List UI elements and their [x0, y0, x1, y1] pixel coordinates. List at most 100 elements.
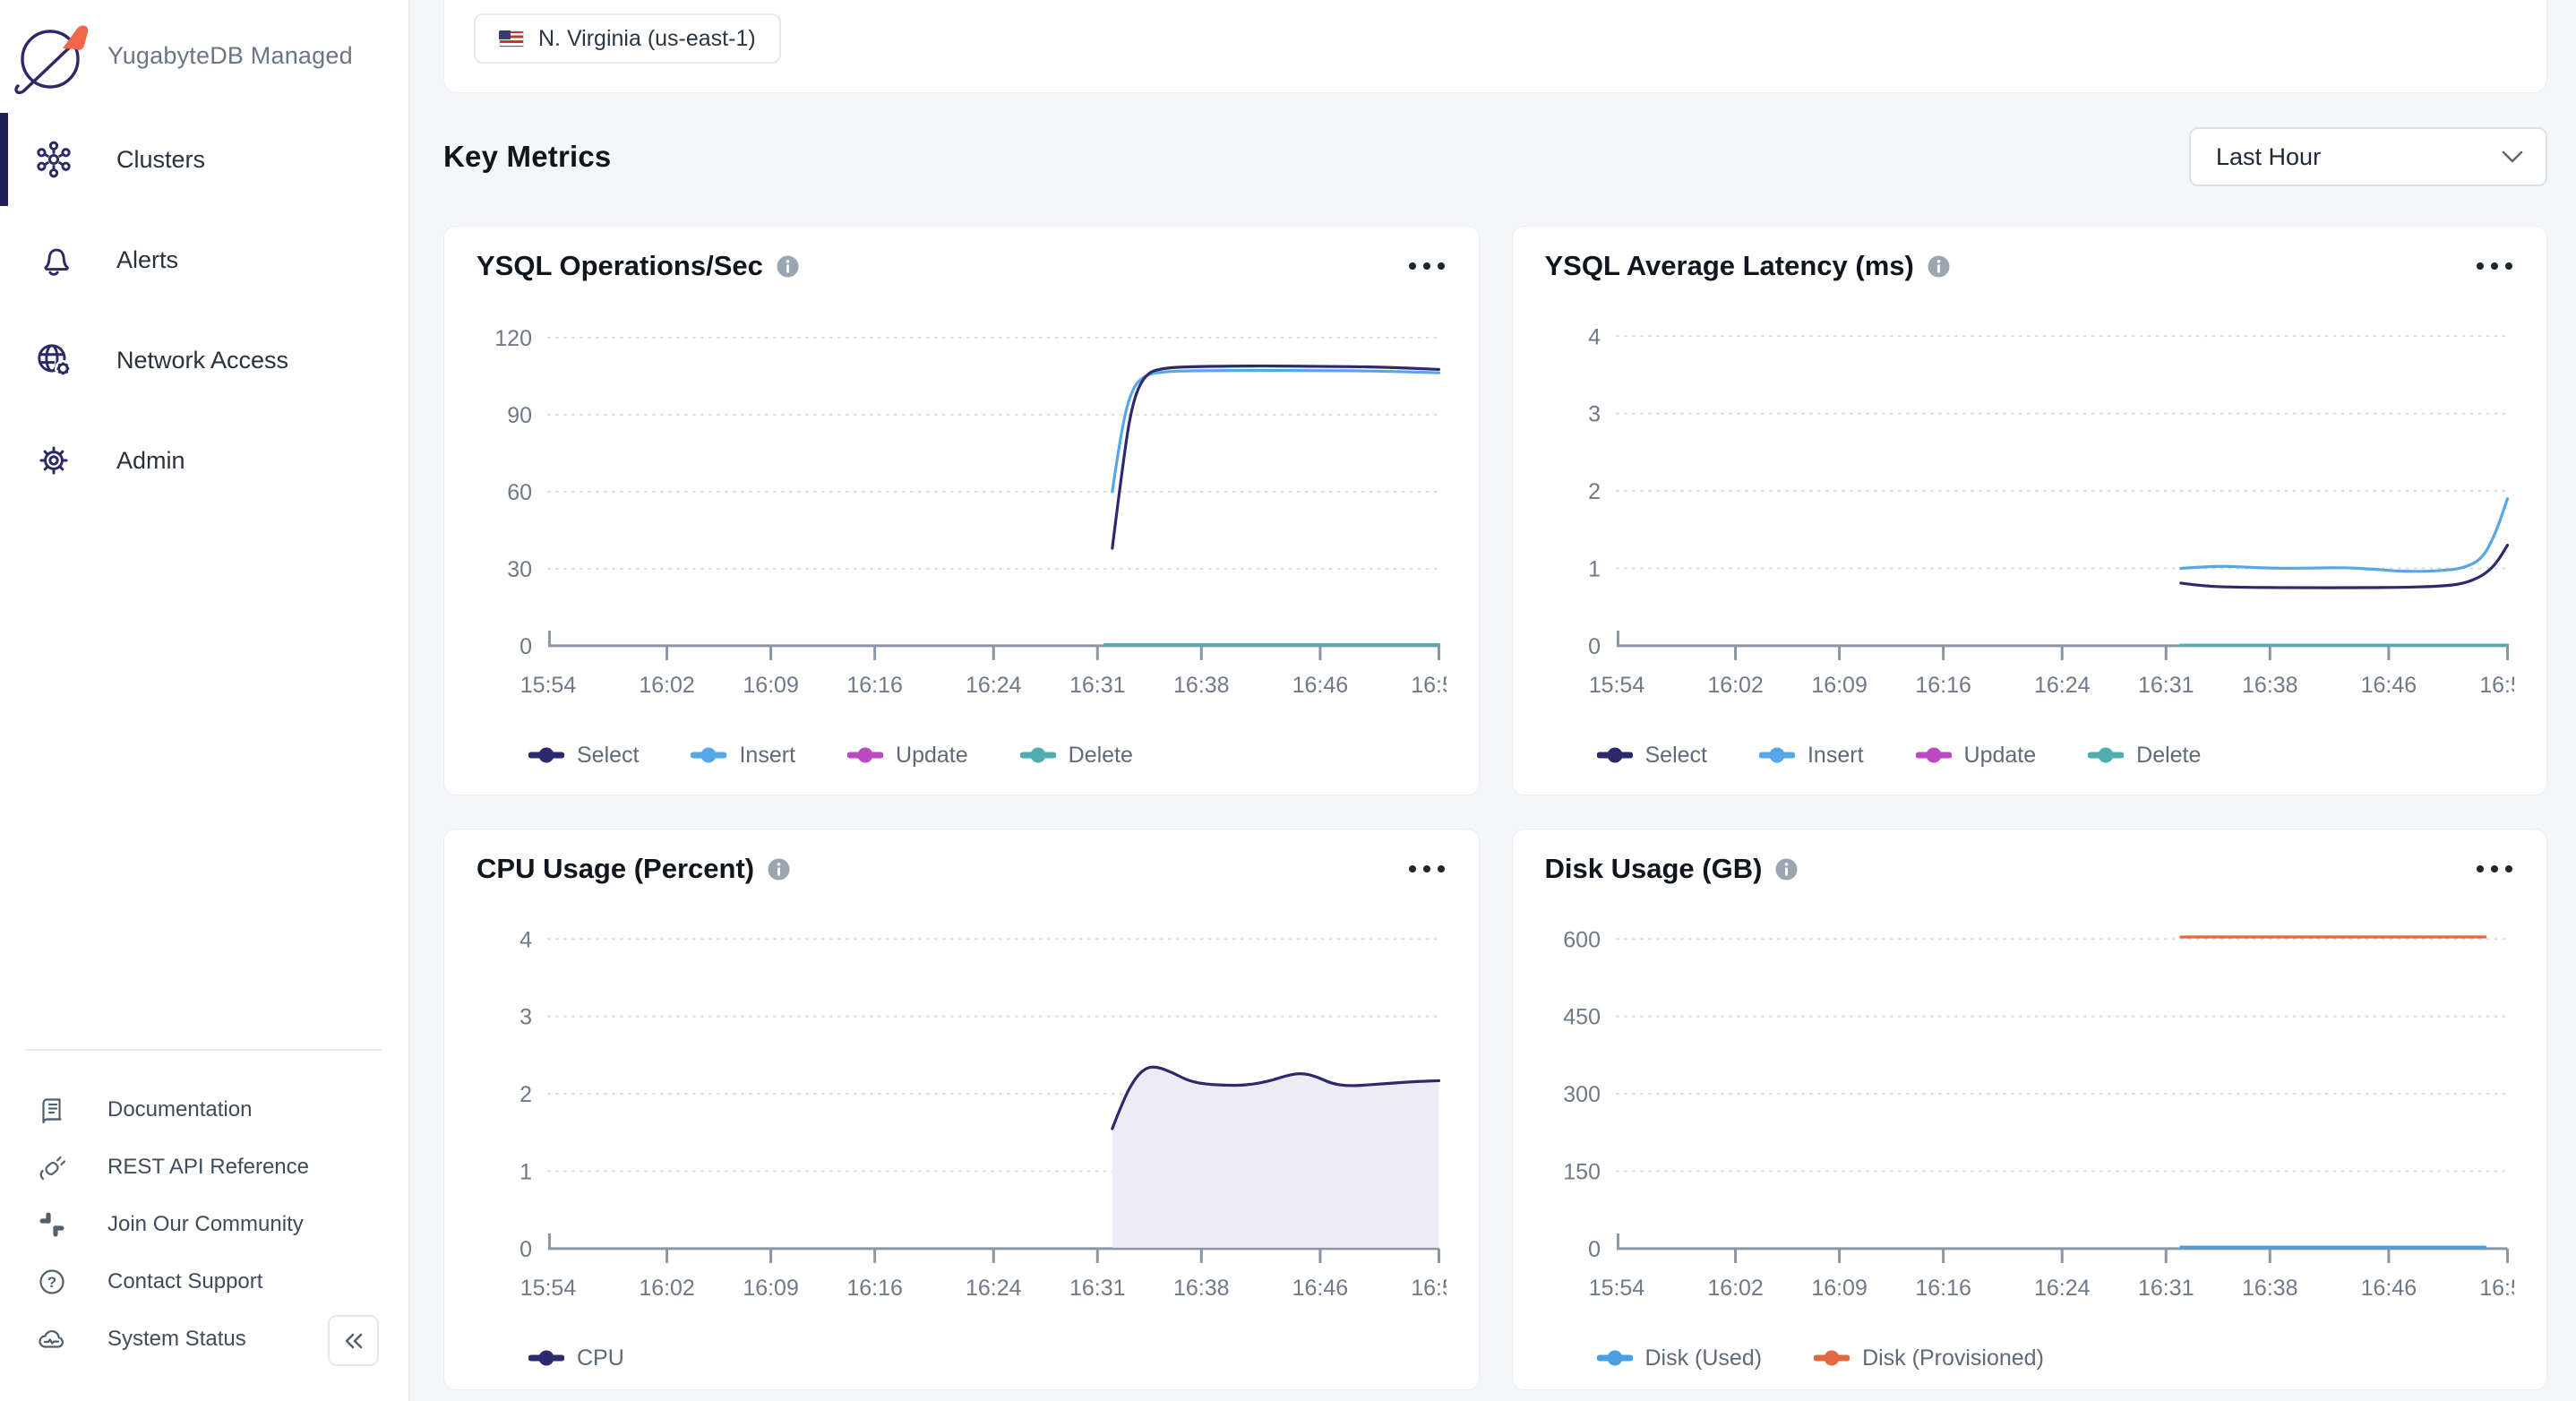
legend-label: Select [577, 743, 639, 769]
svg-text:15:54: 15:54 [1588, 1276, 1644, 1301]
info-icon[interactable] [1774, 857, 1799, 881]
bell-icon [32, 238, 75, 281]
legend-item[interactable]: Delete [2088, 743, 2201, 769]
legend-label: Delete [1069, 743, 1133, 769]
svg-text:16:38: 16:38 [2242, 1276, 2297, 1301]
svg-text:450: 450 [1563, 1005, 1601, 1030]
sidebar-nav: Clusters Alerts [0, 109, 408, 511]
sidebar-item-label: Network Access [116, 347, 288, 374]
chevron-down-icon [2501, 150, 2524, 164]
svg-text:0: 0 [1588, 1237, 1601, 1262]
sidebar-collapse-button[interactable] [328, 1315, 379, 1366]
legend-item[interactable]: Insert [1759, 743, 1864, 769]
time-range-value: Last Hour [2216, 143, 2501, 171]
svg-text:16:54: 16:54 [1411, 1276, 1446, 1301]
page-title: Key Metrics [443, 140, 611, 174]
svg-text:1: 1 [519, 1160, 532, 1185]
metric-card-disk-usage: Disk Usage (GB) 015030045060015:5416:021… [1512, 829, 2548, 1390]
sidebar-item-admin[interactable]: Admin [0, 410, 408, 511]
legend-label: CPU [577, 1345, 624, 1371]
legend-item[interactable]: Disk (Used) [1597, 1345, 1763, 1371]
legend-label: Delete [2136, 743, 2201, 769]
cpu-usage-chart: 0123415:5416:0216:0916:1616:2416:3116:38… [477, 901, 1447, 1333]
info-icon[interactable] [776, 254, 800, 279]
legend-marker-icon [1759, 746, 1795, 764]
sidebar-item-label: Admin [116, 447, 185, 475]
card-title: YSQL Operations/Sec [477, 250, 763, 282]
sidebar-item-label: Clusters [116, 146, 205, 174]
svg-text:16:24: 16:24 [966, 1276, 1022, 1301]
svg-text:16:46: 16:46 [1292, 1276, 1348, 1301]
svg-text:16:54: 16:54 [1411, 673, 1446, 698]
sidebar-item-label: Alerts [116, 246, 178, 274]
time-range-select[interactable]: Last Hour [2189, 127, 2547, 186]
svg-text:16:54: 16:54 [2479, 673, 2514, 698]
metric-card-cpu-usage: CPU Usage (Percent) 0123415:5416:0216:09… [443, 829, 1480, 1390]
sidebar-link-join-our-community[interactable]: Join Our Community [0, 1196, 408, 1253]
svg-text:15:54: 15:54 [1588, 673, 1644, 698]
sidebar-item-alerts[interactable]: Alerts [0, 210, 408, 310]
chart-legend: Select Insert Update Delete [1545, 735, 2515, 775]
legend-item[interactable]: CPU [528, 1345, 624, 1371]
brand[interactable]: YugabyteDB Managed [0, 9, 408, 102]
more-menu-button[interactable] [2475, 856, 2514, 881]
chart-legend: Disk (Used) Disk (Provisioned) [1545, 1338, 2515, 1378]
more-menu-button[interactable] [1407, 254, 1447, 279]
svg-text:16:24: 16:24 [2033, 1276, 2090, 1301]
info-icon[interactable] [767, 857, 791, 881]
svg-text:16:24: 16:24 [2033, 673, 2090, 698]
svg-text:16:02: 16:02 [1707, 673, 1763, 698]
svg-text:3: 3 [1588, 402, 1601, 427]
ysql-latency-chart: 0123415:5416:0216:0916:1616:2416:3116:38… [1545, 298, 2515, 730]
svg-text:1: 1 [1588, 557, 1601, 582]
svg-text:4: 4 [1588, 324, 1601, 349]
legend-marker-icon [2088, 746, 2124, 764]
legend-marker-icon [528, 746, 564, 764]
svg-text:16:31: 16:31 [1069, 673, 1125, 698]
yugabyte-logo-icon [11, 16, 93, 95]
sidebar-link-documentation[interactable]: Documentation [0, 1081, 408, 1139]
legend-label: Disk (Provisioned) [1862, 1345, 2044, 1371]
legend-marker-icon [528, 1349, 564, 1367]
divider [25, 1049, 382, 1051]
legend-item[interactable]: Update [1916, 743, 2037, 769]
info-icon[interactable] [1927, 254, 1951, 279]
sidebar-item-network-access[interactable]: Network Access [0, 310, 408, 410]
sidebar-link-rest-api-reference[interactable]: REST API Reference [0, 1139, 408, 1196]
svg-text:16:24: 16:24 [966, 673, 1022, 698]
more-menu-icon [2477, 865, 2484, 872]
legend-label: Select [1645, 743, 1707, 769]
chart-legend: Select Insert Update Delete [477, 735, 1447, 775]
svg-text:16:46: 16:46 [2360, 673, 2416, 698]
sidebar-link-contact-support[interactable]: ? Contact Support [0, 1253, 408, 1311]
svg-text:16:09: 16:09 [1811, 1276, 1867, 1301]
disk-usage-chart: 015030045060015:5416:0216:0916:1616:2416… [1545, 901, 2515, 1333]
svg-text:16:02: 16:02 [1707, 1276, 1763, 1301]
svg-text:15:54: 15:54 [520, 1276, 577, 1301]
legend-label: Insert [739, 743, 795, 769]
svg-text:16:31: 16:31 [2138, 673, 2194, 698]
region-chip[interactable]: N. Virginia (us-east-1) [474, 13, 781, 64]
legend-marker-icon [1020, 746, 1056, 764]
more-menu-button[interactable] [1407, 856, 1447, 881]
clusters-icon [32, 138, 75, 181]
sidebar-item-clusters[interactable]: Clusters [0, 109, 408, 210]
svg-text:16:46: 16:46 [1292, 673, 1348, 698]
legend-marker-icon [1916, 746, 1952, 764]
legend-item[interactable]: Update [847, 743, 968, 769]
svg-text:60: 60 [507, 480, 532, 505]
more-menu-button[interactable] [2475, 254, 2514, 279]
sidebar-link-label: System Status [107, 1327, 246, 1352]
legend-marker-icon [847, 746, 883, 764]
active-indicator [0, 113, 8, 206]
sidebar-link-label: Contact Support [107, 1269, 262, 1294]
legend-item[interactable]: Insert [691, 743, 795, 769]
legend-item[interactable]: Select [528, 743, 639, 769]
legend-item[interactable]: Disk (Provisioned) [1814, 1345, 2044, 1371]
svg-text:16:16: 16:16 [1915, 1276, 1971, 1301]
legend-item[interactable]: Delete [1020, 743, 1133, 769]
svg-text:0: 0 [1588, 634, 1601, 659]
svg-text:16:31: 16:31 [2138, 1276, 2194, 1301]
svg-text:16:02: 16:02 [639, 673, 694, 698]
legend-item[interactable]: Select [1597, 743, 1707, 769]
